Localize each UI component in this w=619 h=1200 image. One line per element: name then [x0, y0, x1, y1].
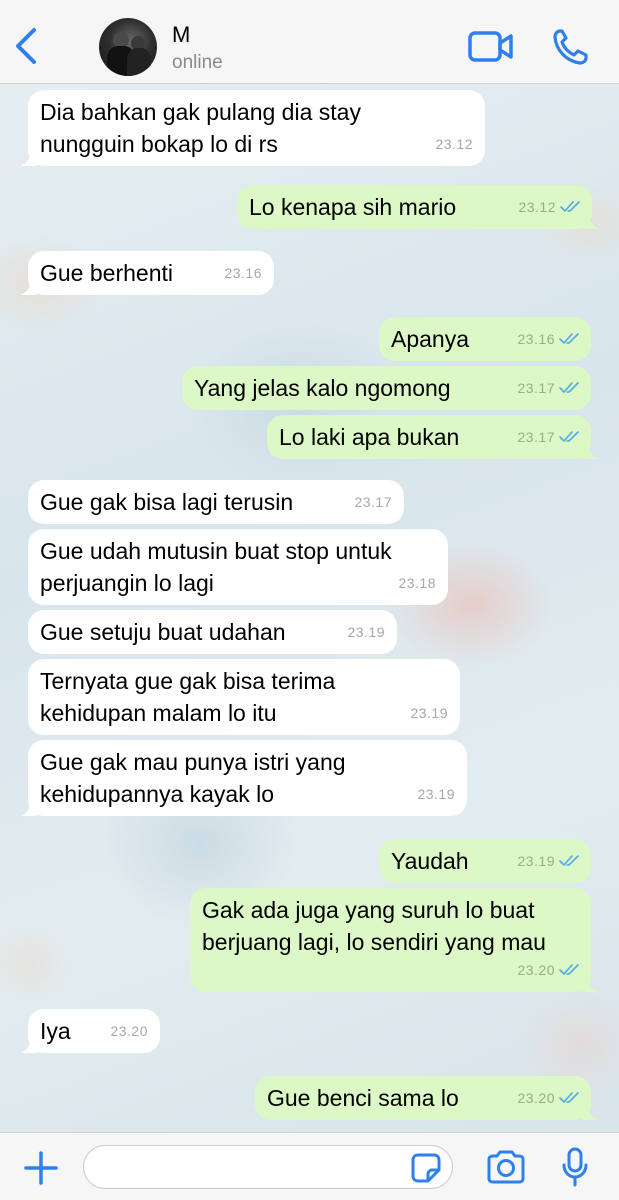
message-time: 23.19 [347, 624, 385, 640]
camera-button[interactable] [485, 1149, 527, 1185]
incoming-message[interactable]: Gue berhenti 23.16 [21, 251, 274, 295]
double-check-icon [560, 201, 580, 213]
sticker-icon [411, 1153, 441, 1183]
phone-icon [553, 29, 588, 65]
outgoing-message[interactable]: Gak ada juga yang suruh lo buat berjuang… [190, 888, 598, 992]
chevron-left-icon [16, 28, 36, 64]
incoming-message[interactable]: Dia bahkan gak pulang dia stay nungguin … [21, 90, 485, 166]
message-time: 23.12 [435, 136, 473, 152]
incoming-message[interactable]: Gue gak bisa lagi terusin 23.17 [28, 480, 404, 524]
contact-status: online [172, 52, 223, 73]
message-meta: 23.19 [517, 845, 579, 877]
double-check-icon [559, 855, 579, 867]
outgoing-message[interactable]: Yaudah 23.19 [379, 839, 591, 883]
double-check-icon [559, 382, 579, 394]
message-text: Gue gak bisa lagi terusin [40, 489, 294, 515]
avatar[interactable] [99, 18, 157, 76]
message-time: 23.19 [517, 853, 555, 869]
message-text: Gue setuju buat udahan [40, 619, 286, 645]
message-text: Gak ada juga yang suruh lo buat berjuang… [202, 897, 546, 955]
message-meta: 23.16 [517, 323, 579, 355]
contact-name[interactable]: M [172, 22, 190, 48]
double-check-icon [559, 431, 579, 443]
incoming-message[interactable]: Gue udah mutusin buat stop untuk perjuan… [28, 529, 448, 605]
incoming-message[interactable]: Gue setuju buat udahan 23.19 [28, 610, 397, 654]
message-time: 23.19 [410, 705, 448, 721]
back-button[interactable] [8, 22, 44, 70]
incoming-message[interactable]: Gue gak mau punya istri yang kehidupanny… [21, 740, 467, 816]
microphone-icon [562, 1147, 588, 1187]
message-text: Dia bahkan gak pulang dia stay nungguin … [40, 99, 361, 157]
microphone-button[interactable] [561, 1147, 589, 1187]
message-input[interactable] [83, 1145, 453, 1189]
message-meta: 23.20 [110, 1015, 148, 1047]
message-meta: 23.16 [224, 257, 262, 289]
incoming-message[interactable]: Iya 23.20 [21, 1009, 160, 1053]
video-call-button[interactable] [468, 30, 514, 64]
message-time: 23.12 [518, 199, 556, 215]
camera-icon [487, 1150, 525, 1184]
message-time: 23.16 [517, 331, 555, 347]
message-time: 23.17 [517, 380, 555, 396]
message-meta: 23.19 [417, 778, 455, 810]
message-time: 23.18 [398, 575, 436, 591]
outgoing-message[interactable]: Apanya 23.16 [379, 317, 591, 361]
message-meta: 23.17 [517, 372, 579, 404]
double-check-icon [559, 1092, 579, 1104]
double-check-icon [559, 964, 579, 976]
message-meta: 23.19 [410, 697, 448, 729]
outgoing-message[interactable]: Yang jelas kalo ngomong 23.17 [182, 366, 591, 410]
message-meta: 23.20 [517, 1082, 579, 1114]
chat-area[interactable]: Dia bahkan gak pulang dia stay nungguin … [0, 84, 619, 1132]
message-text: Ternyata gue gak bisa terima kehidupan m… [40, 668, 336, 726]
message-time: 23.16 [224, 265, 262, 281]
attach-button[interactable] [22, 1149, 60, 1187]
message-meta: 23.12 [435, 128, 473, 160]
message-time: 23.20 [110, 1023, 148, 1039]
message-time: 23.20 [517, 962, 555, 978]
video-camera-icon [468, 31, 513, 62]
message-meta: 23.18 [398, 567, 436, 599]
message-text: Gue gak mau punya istri yang kehidupanny… [40, 749, 346, 807]
message-text: Gue udah mutusin buat stop untuk perjuan… [40, 538, 392, 596]
message-meta: 23.20 [517, 954, 579, 986]
chat-header: M online [0, 0, 619, 84]
outgoing-message[interactable]: Lo laki apa bukan 23.17 [267, 415, 598, 459]
sticker-button[interactable] [410, 1152, 442, 1184]
message-meta: 23.17 [517, 421, 579, 453]
message-time: 23.17 [517, 429, 555, 445]
message-meta: 23.17 [354, 486, 392, 518]
outgoing-message[interactable]: Gue benci sama lo 23.20 [255, 1076, 598, 1120]
input-bar [0, 1132, 619, 1200]
message-meta: 23.19 [347, 616, 385, 648]
voice-call-button[interactable] [552, 28, 588, 66]
message-time: 23.20 [517, 1090, 555, 1106]
outgoing-message[interactable]: Lo kenapa sih mario 23.12 [237, 185, 599, 229]
message-time: 23.19 [417, 786, 455, 802]
incoming-message[interactable]: Ternyata gue gak bisa terima kehidupan m… [28, 659, 460, 735]
message-meta: 23.12 [518, 191, 580, 223]
double-check-icon [559, 333, 579, 345]
message-time: 23.17 [354, 494, 392, 510]
plus-icon [24, 1151, 58, 1185]
